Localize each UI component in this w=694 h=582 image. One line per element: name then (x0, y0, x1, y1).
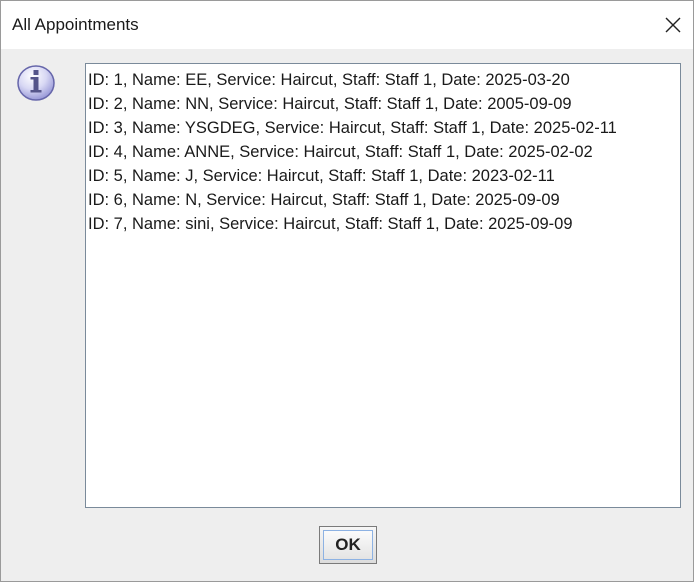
ok-button[interactable]: OK (319, 526, 377, 564)
appointment-line: ID: 5, Name: J, Service: Haircut, Staff:… (88, 167, 555, 185)
close-button[interactable] (651, 5, 694, 45)
appointment-line: ID: 7, Name: sini, Service: Haircut, Sta… (88, 215, 573, 233)
ok-button-label: OK (323, 530, 373, 560)
appointment-line: ID: 6, Name: N, Service: Haircut, Staff:… (88, 191, 560, 209)
close-icon (665, 17, 681, 33)
appointment-line: ID: 2, Name: NN, Service: Haircut, Staff… (88, 95, 572, 113)
appointments-dialog: All Appointments ID: 1, Name: EE, Servic… (0, 0, 694, 582)
info-icon (16, 64, 56, 102)
title-bar[interactable]: All Appointments (1, 1, 693, 49)
appointments-text-area[interactable]: ID: 1, Name: EE, Service: Haircut, Staff… (85, 63, 681, 508)
appointment-line: ID: 3, Name: YSGDEG, Service: Haircut, S… (88, 119, 617, 137)
dialog-title: All Appointments (12, 15, 139, 34)
appointment-line: ID: 4, Name: ANNE, Service: Haircut, Sta… (88, 143, 593, 161)
appointment-line: ID: 1, Name: EE, Service: Haircut, Staff… (88, 71, 570, 89)
